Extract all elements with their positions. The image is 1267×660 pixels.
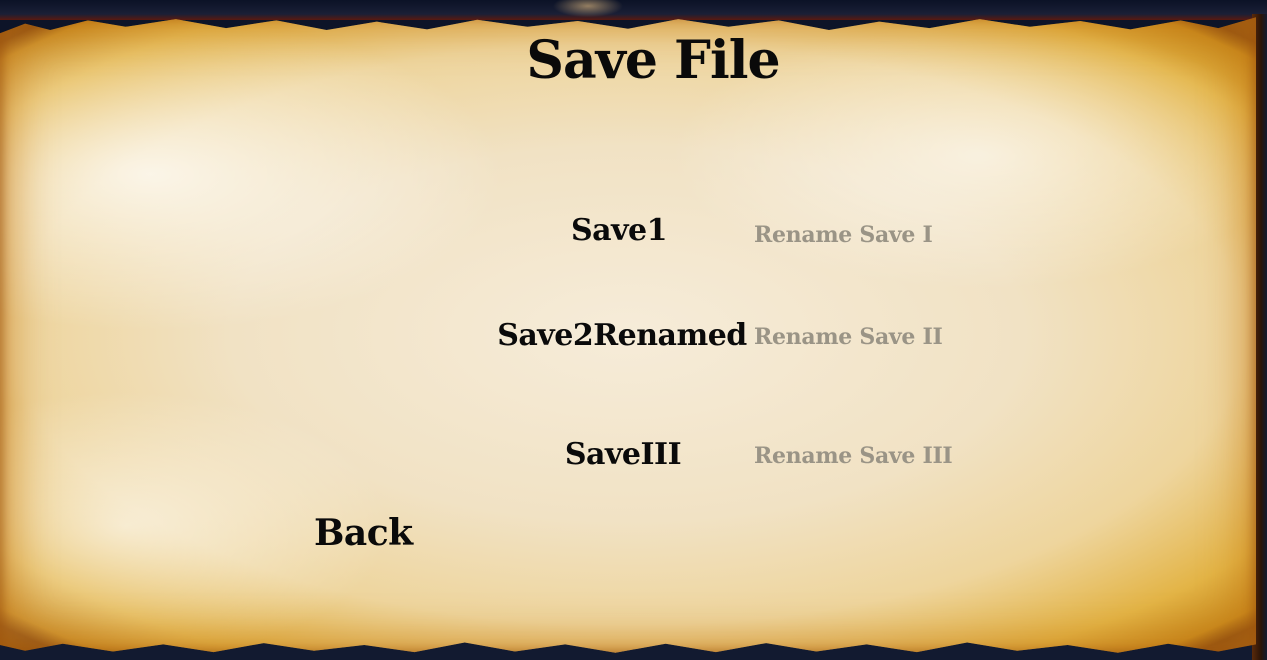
save-slot-2-button[interactable]: Save2Renamed <box>492 318 752 353</box>
save-slot-3-button[interactable]: SaveIII <box>493 437 753 472</box>
save-slot-1-button[interactable]: Save1 <box>489 213 749 248</box>
save-file-screen: Save File Save1 Rename Save I Save2Renam… <box>0 0 1267 660</box>
page-title: Save File <box>526 30 780 91</box>
rename-save-2-button[interactable]: Rename Save II <box>754 324 943 350</box>
rename-save-3-button[interactable]: Rename Save III <box>754 443 953 469</box>
back-button[interactable]: Back <box>314 512 413 554</box>
candle-glow <box>538 0 638 20</box>
rename-save-1-button[interactable]: Rename Save I <box>754 222 933 248</box>
